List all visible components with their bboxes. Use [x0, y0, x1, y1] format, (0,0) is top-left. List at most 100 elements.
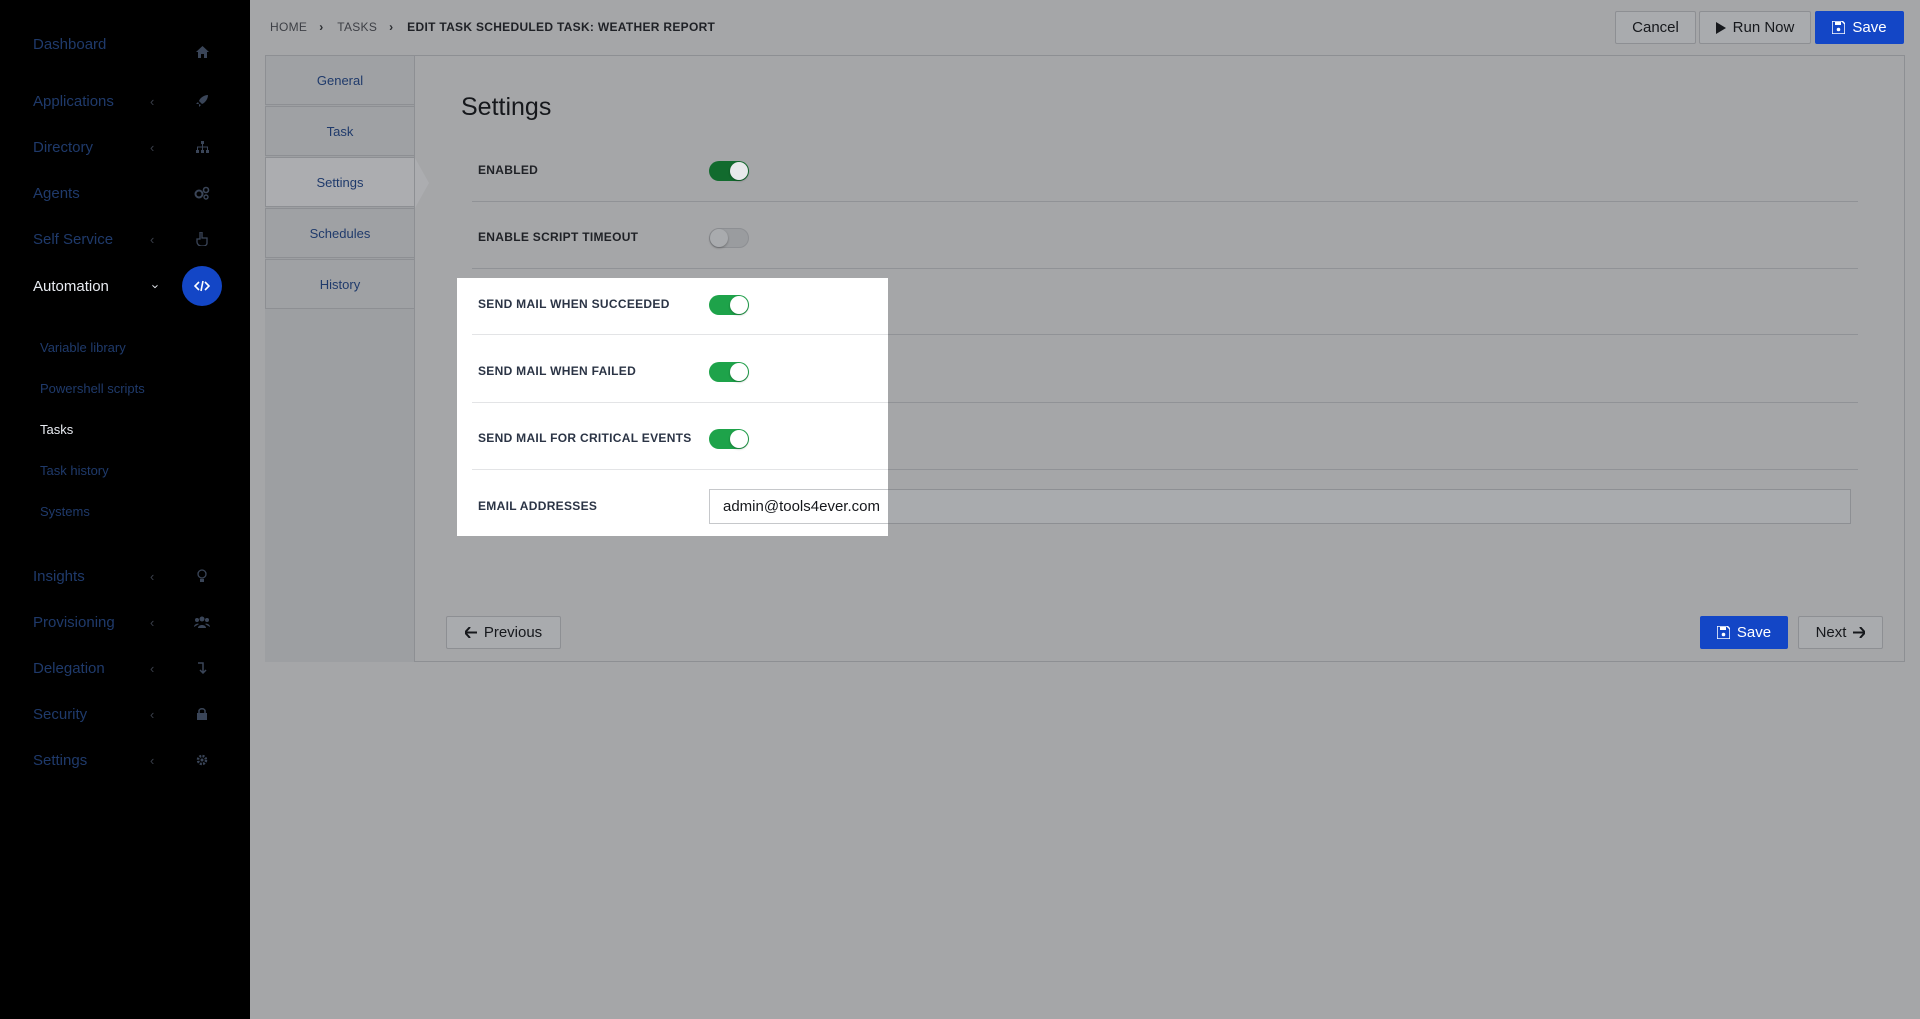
page-title: Settings [461, 93, 552, 121]
sidebar-item-label: Insights [33, 567, 85, 585]
sidebar: Dashboard Applications ‹ Directory ‹ Age… [0, 0, 250, 1019]
footer-save-button[interactable]: Save [1700, 616, 1788, 649]
divider [472, 469, 888, 470]
sidebar-item-directory[interactable]: Directory ‹ [0, 124, 250, 170]
chevron-left-icon: ‹ [150, 660, 155, 676]
subnav-item-systems[interactable]: Systems [40, 504, 90, 519]
chevron-down-icon: ‹ [146, 283, 162, 289]
breadcrumb-current: EDIT TASK SCHEDULED TASK: WEATHER REPORT [407, 20, 716, 34]
sidebar-item-label: Security [33, 705, 88, 723]
sidebar-item-insights[interactable]: Insights ‹ [0, 553, 250, 599]
script-timeout-toggle[interactable] [709, 228, 749, 248]
toggle-knob [730, 363, 748, 381]
sidebar-item-self-service[interactable]: Self Service ‹ [0, 216, 250, 262]
chevron-left-icon: ‹ [150, 706, 155, 722]
divider [472, 402, 888, 403]
save-icon [1832, 21, 1846, 34]
sidebar-item-security[interactable]: Security ‹ [0, 691, 250, 737]
tab-history[interactable]: History [265, 259, 415, 309]
sidebar-item-label: Applications [33, 92, 114, 110]
gear-icon [182, 740, 222, 780]
header-save-button[interactable]: Save [1815, 11, 1904, 44]
breadcrumb: HOME › TASKS › EDIT TASK SCHEDULED TASK:… [270, 20, 715, 34]
email-addresses-label: EMAIL ADDRESSES [478, 499, 598, 513]
arrow-right-icon [1853, 627, 1866, 638]
arrow-left-icon [464, 627, 477, 638]
mail-critical-toggle[interactable] [709, 429, 749, 449]
sitemap-icon [182, 127, 222, 167]
subnav-item-variable-library[interactable]: Variable library [40, 340, 126, 355]
sidebar-item-label: Self Service [33, 230, 114, 248]
sidebar-item-label: Provisioning [33, 613, 115, 631]
email-field[interactable] [709, 489, 888, 524]
chevron-left-icon: ‹ [150, 231, 155, 247]
chevron-left-icon: ‹ [150, 752, 155, 768]
toggle-knob [730, 162, 748, 180]
divider [472, 201, 1858, 202]
mail-succeeded-label: SEND MAIL WHEN SUCCEEDED [478, 297, 670, 311]
sidebar-item-label: Delegation [33, 659, 105, 677]
toggle-knob [730, 296, 748, 314]
script-timeout-label: ENABLE SCRIPT TIMEOUT [478, 230, 639, 244]
chevron-left-icon: ‹ [150, 614, 155, 630]
chevron-left-icon: ‹ [150, 139, 155, 155]
active-tab-arrow [415, 158, 429, 208]
code-icon [182, 266, 222, 306]
sidebar-item-delegation[interactable]: Delegation ‹ [0, 645, 250, 691]
chevron-left-icon: ‹ [150, 93, 155, 109]
cogs-icon [182, 173, 222, 213]
chevron-right-icon: › [389, 20, 394, 34]
subnav-item-powershell-scripts[interactable]: Powershell scripts [40, 381, 145, 396]
play-icon [1715, 21, 1726, 34]
mail-failed-toggle[interactable] [709, 362, 749, 382]
sidebar-item-label: Agents [33, 184, 80, 202]
next-button[interactable]: Next [1798, 616, 1883, 649]
run-now-button[interactable]: Run Now [1699, 11, 1811, 44]
tab-label: Task [326, 123, 354, 139]
mail-settings-highlight: SEND MAIL WHEN SUCCEEDED SEND MAIL WHEN … [457, 278, 888, 536]
tab-label: Settings [316, 174, 364, 190]
tab-label: Schedules [309, 225, 371, 241]
sidebar-item-label: Settings [33, 751, 88, 769]
sidebar-item-provisioning[interactable]: Provisioning ‹ [0, 599, 250, 645]
sidebar-item-agents[interactable]: Agents [0, 170, 250, 216]
rocket-icon [182, 81, 222, 121]
tab-settings[interactable]: Settings [265, 157, 429, 208]
home-icon [182, 32, 222, 72]
save-label: Save [1852, 19, 1887, 36]
run-now-label: Run Now [1732, 19, 1795, 36]
divider [472, 334, 888, 335]
tab-general[interactable]: General [265, 55, 415, 105]
cancel-button[interactable]: Cancel [1615, 11, 1696, 44]
mail-critical-label: SEND MAIL FOR CRITICAL EVENTS [478, 431, 692, 445]
mail-succeeded-toggle[interactable] [709, 295, 749, 315]
sidebar-item-label: Dashboard [33, 35, 107, 53]
sidebar-item-automation[interactable]: Automation ‹ [0, 263, 250, 309]
subnav-item-task-history[interactable]: Task history [40, 463, 109, 478]
tab-schedules[interactable]: Schedules [265, 208, 415, 258]
chevron-left-icon: ‹ [150, 568, 155, 584]
subnav-item-tasks[interactable]: Tasks [40, 422, 73, 437]
lock-icon [182, 694, 222, 734]
cancel-label: Cancel [1632, 19, 1679, 36]
tab-label: History [319, 276, 361, 292]
hand-pointer-icon [182, 219, 222, 259]
lightbulb-icon [182, 556, 222, 596]
sidebar-item-applications[interactable]: Applications ‹ [0, 78, 250, 124]
sidebar-item-dashboard[interactable]: Dashboard [0, 21, 250, 67]
enabled-toggle[interactable] [709, 161, 749, 181]
breadcrumb-tasks[interactable]: TASKS [337, 20, 377, 34]
arrow-turn-icon [182, 648, 222, 688]
breadcrumb-home[interactable]: HOME [270, 20, 307, 34]
sidebar-item-settings[interactable]: Settings ‹ [0, 737, 250, 783]
users-icon [182, 602, 222, 642]
divider [472, 268, 1858, 269]
previous-button[interactable]: Previous [446, 616, 561, 649]
tab-label: General [316, 72, 364, 88]
sidebar-item-label: Automation [33, 277, 109, 295]
sidebar-item-label: Directory [33, 138, 94, 156]
mail-failed-label: SEND MAIL WHEN FAILED [478, 364, 637, 378]
save-icon [1716, 626, 1730, 639]
toggle-knob [710, 229, 728, 247]
tab-task[interactable]: Task [265, 106, 415, 156]
